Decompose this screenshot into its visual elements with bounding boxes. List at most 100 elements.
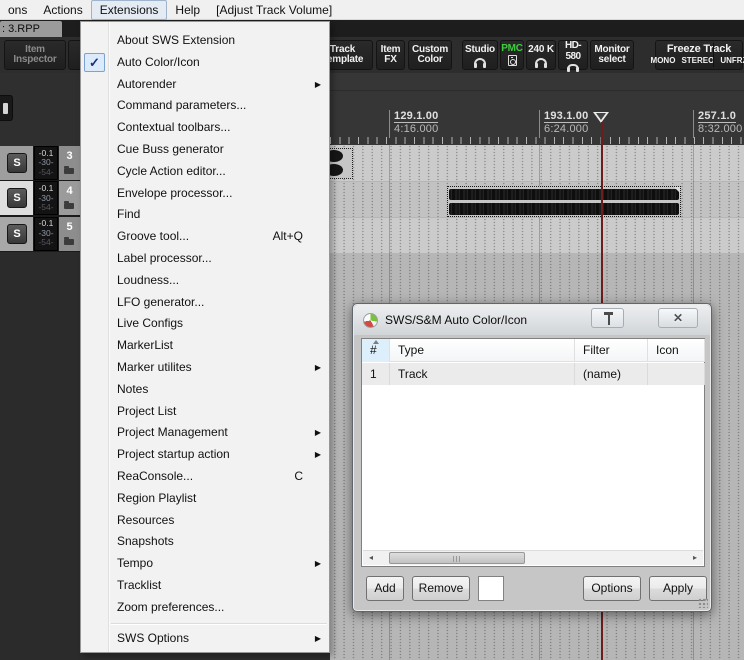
menu-item-label: Region Playlist xyxy=(117,490,197,505)
freeze-mono-button[interactable]: MONO xyxy=(651,56,676,67)
menu-item-project-list[interactable]: Project List xyxy=(81,401,329,423)
menubar-item-actions[interactable]: Actions xyxy=(35,1,90,19)
track-row-4[interactable]: S -0.1 -30- -54- 4 xyxy=(0,181,80,216)
checkmark-icon: ✓ xyxy=(84,52,105,72)
item-inspector-button[interactable]: Item Inspector xyxy=(4,40,66,70)
pin-button[interactable] xyxy=(591,308,624,328)
freeze-unfrz-button[interactable]: UNFRZ xyxy=(720,56,744,67)
menu-item-label: Marker utilites xyxy=(117,359,192,374)
edit-tool-button[interactable] xyxy=(0,95,13,121)
menu-item-region-playlist[interactable]: Region Playlist xyxy=(81,488,329,510)
menu-item-label: Tempo xyxy=(117,556,154,571)
monitor-240k-button[interactable]: 240 K xyxy=(526,40,556,70)
menu-item-label: Project startup action xyxy=(117,447,230,462)
track-row-5[interactable]: S -0.1 -30- -54- 5 xyxy=(0,216,80,251)
menu-item-lfo-generator[interactable]: LFO generator... xyxy=(81,292,329,314)
menu-item-auto-color-icon[interactable]: ✓ Auto Color/Icon xyxy=(81,52,329,74)
scroll-left-arrow-icon[interactable]: ◂ xyxy=(363,551,379,565)
meter-scale-54: -54- xyxy=(38,237,54,248)
track-row-3[interactable]: S -0.1 -30- -54- 3 xyxy=(0,146,80,180)
menu-item-notes[interactable]: Notes xyxy=(81,379,329,401)
track-lane-5[interactable] xyxy=(330,218,744,253)
menu-item-marker-utilites[interactable]: Marker utilites ▶ xyxy=(81,357,329,379)
solo-button[interactable]: S xyxy=(7,153,27,173)
rule-row[interactable]: 1 Track (name) xyxy=(362,363,705,385)
menu-item-label: Groove tool... xyxy=(117,229,190,244)
ruler-ticks xyxy=(330,137,744,144)
remove-button[interactable]: Remove xyxy=(412,576,470,601)
monitor-select-button[interactable]: Monitor select xyxy=(590,40,634,70)
menu-item-label: Cue Buss generator xyxy=(117,141,224,156)
menu-item-cue-buss-generator[interactable]: Cue Buss generator xyxy=(81,139,329,161)
menu-item-tracklist[interactable]: Tracklist xyxy=(81,575,329,597)
menu-item-project-management[interactable]: Project Management ▶ xyxy=(81,422,329,444)
item-inspector-label-2: Inspector xyxy=(13,54,57,65)
monitor-hd580-label: HD-580 xyxy=(565,40,582,62)
custom-color-button[interactable]: Custom Color xyxy=(408,40,452,70)
horizontal-scrollbar[interactable]: ◂ ▸ xyxy=(363,550,703,565)
options-button[interactable]: Options xyxy=(583,576,641,601)
menu-item-snapshots[interactable]: Snapshots xyxy=(81,531,329,553)
menu-item-project-startup-action[interactable]: Project startup action ▶ xyxy=(81,444,329,466)
item-fx-button[interactable]: Item FX xyxy=(376,40,405,70)
menu-item-label: Notes xyxy=(117,381,149,396)
menu-item-label-processor[interactable]: Label processor... xyxy=(81,248,329,270)
column-header-type[interactable]: Type xyxy=(390,339,575,362)
track-lane-3[interactable] xyxy=(330,145,744,181)
solo-button[interactable]: S xyxy=(7,188,27,209)
scrollbar-thumb[interactable] xyxy=(389,552,525,564)
menu-item-autorender[interactable]: Autorender ▶ xyxy=(81,74,329,96)
menu-item-cycle-action-editor[interactable]: Cycle Action editor... xyxy=(81,161,329,183)
menu-item-markerlist[interactable]: MarkerList xyxy=(81,335,329,357)
dialog-titlebar[interactable]: SWS/S&M Auto Color/Icon ✕ xyxy=(354,305,710,335)
resize-grip[interactable] xyxy=(698,598,708,608)
ruler-time-label: 4:16.000 xyxy=(394,123,439,135)
column-header-filter[interactable]: Filter xyxy=(575,339,648,362)
menu-item-label: Tracklist xyxy=(117,577,162,592)
monitor-pmc-button[interactable]: PMC xyxy=(500,40,524,70)
solo-button[interactable]: S xyxy=(7,223,27,244)
rule-cell-filter[interactable]: (name) xyxy=(575,363,648,385)
menu-item-groove-tool[interactable]: Groove tool... Alt+Q xyxy=(81,226,329,248)
menu-item-tempo[interactable]: Tempo ▶ xyxy=(81,553,329,575)
rules-list[interactable]: # Type Filter Icon 1 Track (name) ◂ ▸ xyxy=(361,338,705,567)
freeze-track-button-group[interactable]: Freeze Track MONO STEREO UNFRZ xyxy=(651,40,744,70)
timeline-ruler[interactable]: 129.1.00 4:16.000 193.1.00 6:24.000 257.1.0 8… xyxy=(330,73,744,145)
track-number-cell[interactable]: 4 xyxy=(59,181,80,216)
menu-item-label: Project List xyxy=(117,403,177,418)
extensions-menu: About SWS Extension ✓ Auto Color/Icon Autor… xyxy=(80,21,330,653)
audio-item-small[interactable] xyxy=(330,148,353,179)
menu-item-reaconsole[interactable]: ReaConsole... C xyxy=(81,466,329,488)
menu-item-zoom-preferences[interactable]: Zoom preferences... xyxy=(81,597,329,619)
menu-item-contextual-toolbars[interactable]: Contextual toolbars... xyxy=(81,117,329,139)
rule-cell-type[interactable]: Track xyxy=(390,363,575,385)
menu-item-live-configs[interactable]: Live Configs xyxy=(81,313,329,335)
freeze-stereo-button[interactable]: STEREO xyxy=(681,56,714,67)
audio-item-selected[interactable] xyxy=(447,186,681,217)
menu-item-find[interactable]: Find xyxy=(81,204,329,226)
menubar-item-adjust-track-volume[interactable]: [Adjust Track Volume] xyxy=(208,1,340,19)
menubar-item-options[interactable]: ons xyxy=(0,1,35,19)
color-swatch[interactable] xyxy=(478,576,504,601)
menu-item-resources[interactable]: Resources xyxy=(81,510,329,532)
rule-cell-icon[interactable] xyxy=(648,363,705,385)
monitor-hd580-button[interactable]: HD-580 xyxy=(558,40,588,72)
rule-cell-[interactable]: 1 xyxy=(362,363,390,385)
column-header-[interactable]: # xyxy=(362,339,390,362)
menu-item-command-parameters[interactable]: Command parameters... xyxy=(81,95,329,117)
close-button[interactable]: ✕ xyxy=(658,308,698,328)
column-header-icon[interactable]: Icon xyxy=(648,339,705,362)
track-number-cell[interactable]: 3 xyxy=(59,146,80,180)
menu-item-envelope-processor[interactable]: Envelope processor... xyxy=(81,183,329,205)
menu-item-about-sws-extension[interactable]: About SWS Extension xyxy=(81,30,329,52)
menu-item-loudness[interactable]: Loudness... xyxy=(81,270,329,292)
add-button[interactable]: Add xyxy=(366,576,404,601)
menu-item-sws-options[interactable]: SWS Options ▶ xyxy=(81,628,329,650)
monitor-studio-button[interactable]: Studio xyxy=(462,40,498,70)
menubar-item-help[interactable]: Help xyxy=(167,1,208,19)
menubar-item-extensions[interactable]: Extensions xyxy=(90,0,168,20)
monitor-pmc-label: PMC xyxy=(501,42,523,54)
scroll-right-arrow-icon[interactable]: ▸ xyxy=(687,551,703,565)
project-tab[interactable]: : 3.RPP xyxy=(0,21,62,37)
track-number-cell[interactable]: 5 xyxy=(59,216,80,251)
